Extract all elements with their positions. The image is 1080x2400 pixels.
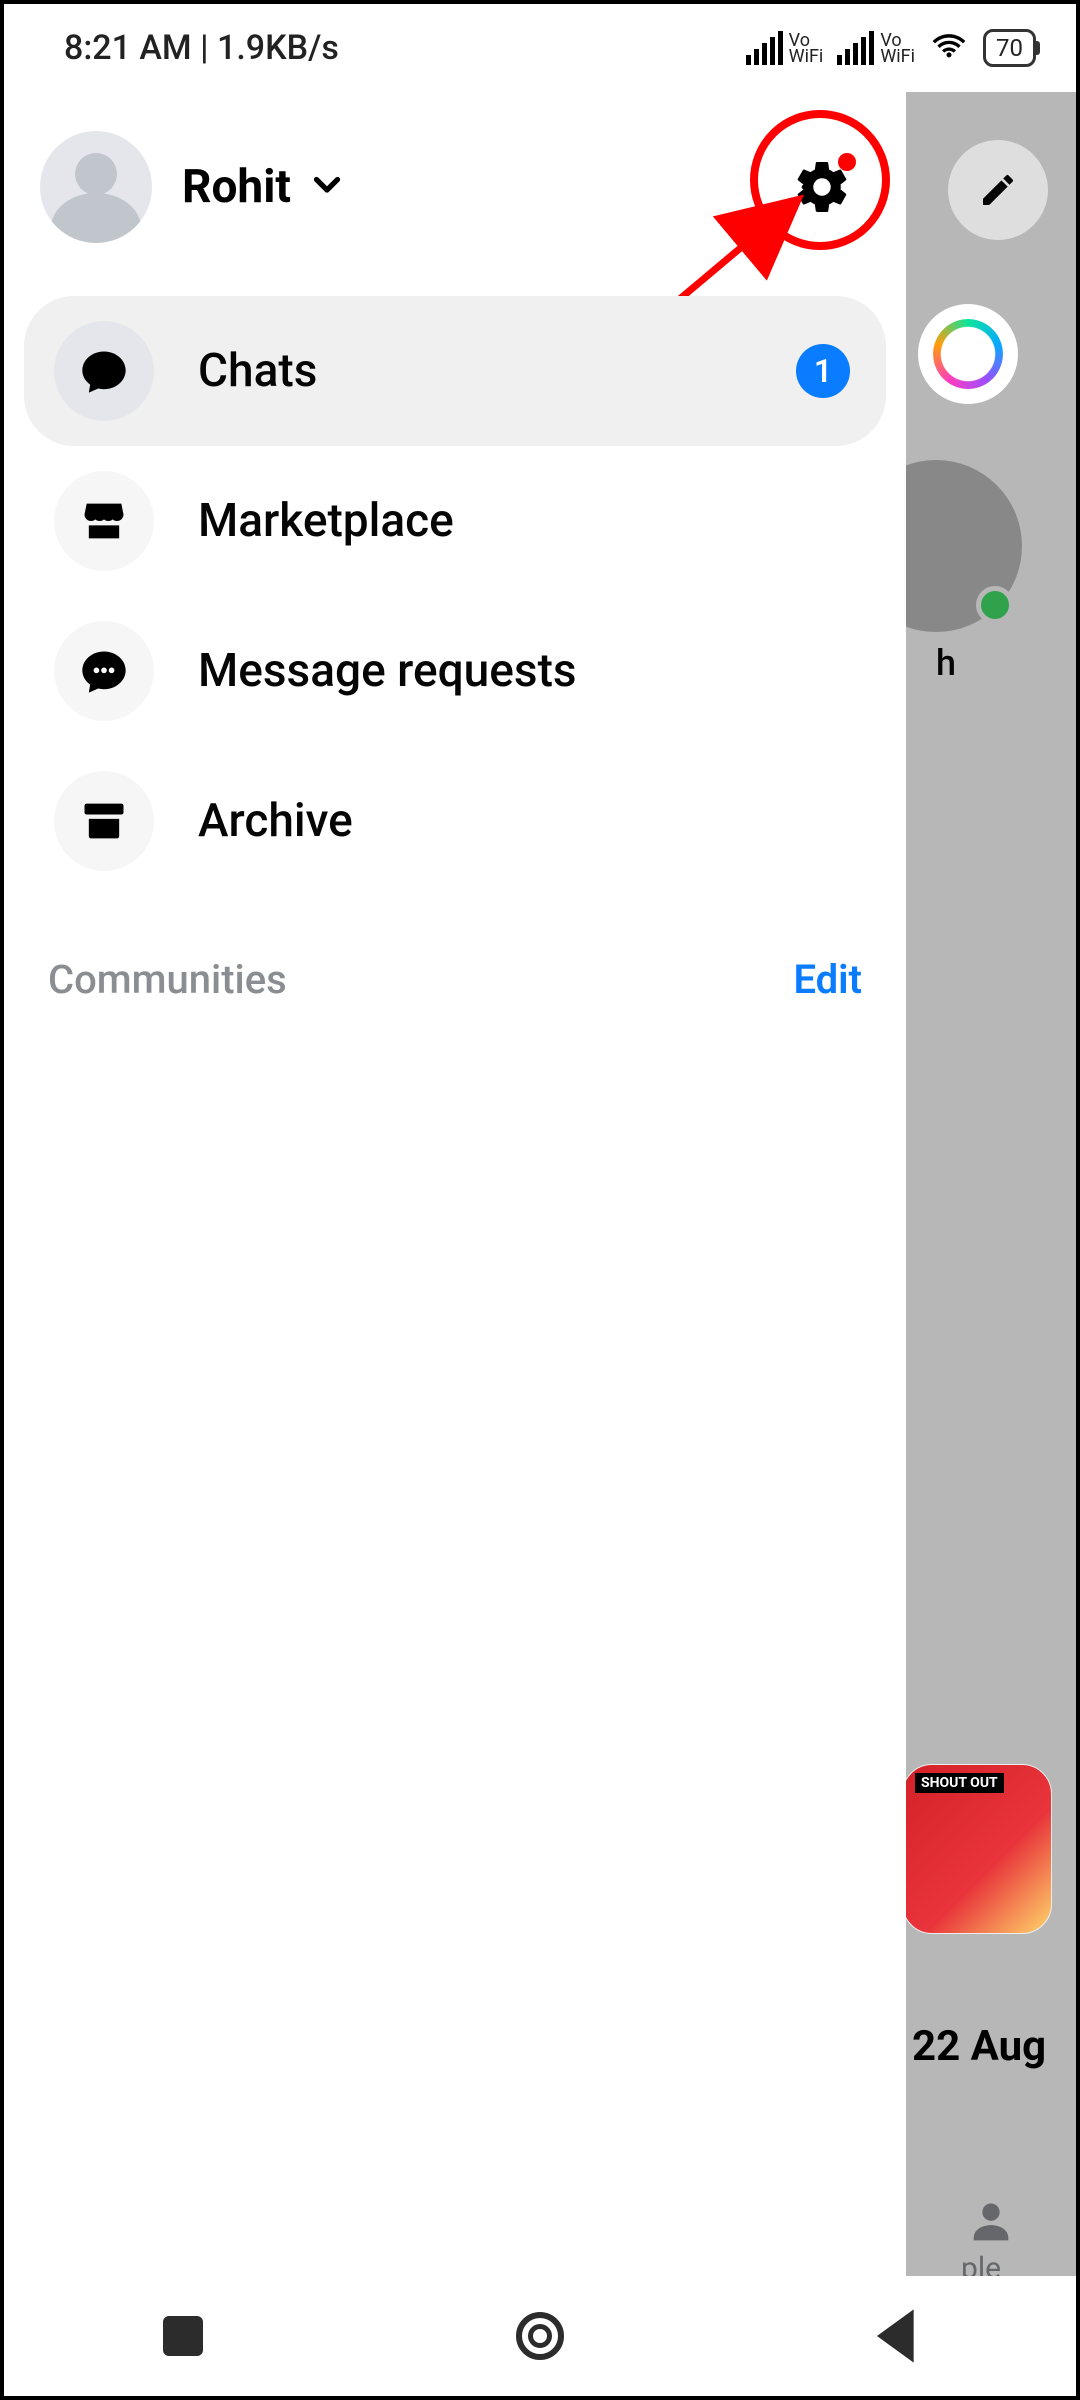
date-label: 22 Aug (906, 2022, 1076, 2071)
status-net-speed: 1.9KB/s (217, 28, 339, 68)
pencil-icon (978, 170, 1018, 210)
meta-ai-button[interactable] (918, 304, 1018, 404)
wifi-icon (929, 24, 969, 73)
unread-badge: 1 (796, 344, 850, 398)
signal-sim1: Vo WiFi (746, 31, 824, 65)
promo-card[interactable]: SHOUT OUT (906, 1764, 1052, 1934)
archive-icon (54, 771, 154, 871)
menu-item-message-requests[interactable]: Message requests (24, 596, 886, 746)
people-tab[interactable]: ple (906, 2197, 1076, 2276)
nav-home-button[interactable] (500, 2296, 580, 2376)
nav-back-button[interactable] (857, 2296, 937, 2376)
compose-button[interactable] (948, 140, 1048, 240)
status-time: 8:21 AM (64, 28, 192, 68)
promo-label: SHOUT OUT (915, 1773, 1004, 1793)
notification-dot-icon (838, 153, 856, 171)
people-icon (965, 2197, 1017, 2249)
drawer-menu: Chats 1 Marketplace Message requests Arc… (4, 296, 906, 896)
menu-item-chats[interactable]: Chats 1 (24, 296, 886, 446)
people-tab-label-fragment: ple (961, 2251, 1001, 2276)
chevron-down-icon (309, 160, 345, 214)
chat-filled-icon (54, 321, 154, 421)
circle-icon (516, 2312, 564, 2360)
online-indicator-icon (976, 586, 1014, 624)
system-nav-bar (4, 2276, 1076, 2396)
avatar[interactable] (40, 131, 152, 243)
communities-edit-button[interactable]: Edit (793, 956, 862, 1003)
meta-ai-icon (933, 319, 1003, 389)
story-row: h A (906, 460, 1076, 684)
menu-label: Message requests (198, 644, 577, 698)
menu-label: Archive (198, 794, 353, 848)
battery-indicator: 70 (983, 29, 1036, 67)
drawer-panel: Rohit Chats 1 (4, 92, 906, 2276)
menu-label: Chats (198, 344, 317, 398)
menu-item-archive[interactable]: Archive (24, 746, 886, 896)
status-time-net: 8:21 AM | 1.9KB/s (64, 28, 339, 68)
account-name-label: Rohit (182, 160, 291, 214)
main-screen-dimmed: h A SHOUT OUT 22 Aug ple (906, 92, 1076, 2276)
square-icon (163, 2316, 203, 2356)
story-item[interactable]: h (906, 460, 1076, 684)
storefront-icon (54, 471, 154, 571)
status-right: Vo WiFi Vo WiFi 70 (746, 24, 1036, 73)
menu-label: Marketplace (198, 494, 454, 548)
account-switcher[interactable]: Rohit (182, 160, 345, 214)
triangle-back-icon (857, 2296, 937, 2376)
chat-dots-icon (54, 621, 154, 721)
status-bar: 8:21 AM | 1.9KB/s Vo WiFi Vo WiFi 70 (4, 4, 1076, 92)
communities-section-header: Communities Edit (4, 956, 906, 1003)
story-avatar (906, 460, 1022, 632)
signal-sim2: Vo WiFi (837, 31, 915, 65)
nav-recents-button[interactable] (143, 2296, 223, 2376)
story-name-fragment: h (936, 642, 956, 684)
drawer-header: Rohit (4, 122, 906, 252)
communities-label: Communities (48, 956, 287, 1003)
settings-button[interactable] (782, 147, 862, 227)
menu-item-marketplace[interactable]: Marketplace (24, 446, 886, 596)
